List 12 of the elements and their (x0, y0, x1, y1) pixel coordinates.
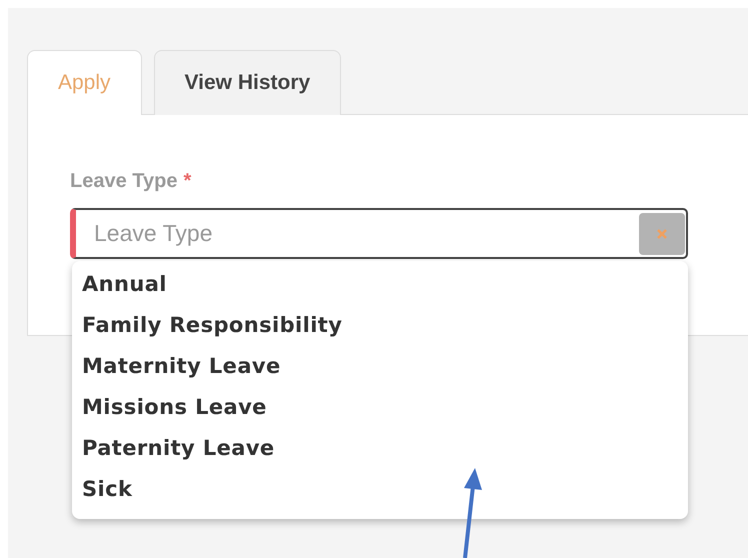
leave-type-select[interactable]: Leave Type (70, 208, 688, 259)
dropdown-option[interactable]: Missions Leave (72, 388, 688, 429)
field-label: Leave Type (70, 170, 178, 193)
required-mark: * (183, 170, 192, 193)
dropdown-option[interactable]: Sick (72, 470, 688, 511)
dropdown-option[interactable]: Maternity Leave (72, 347, 688, 388)
tab[interactable]: View History (154, 50, 342, 115)
clear-icon[interactable] (639, 212, 685, 254)
leave-type-input[interactable]: Leave Type (92, 219, 639, 248)
dropdown-option[interactable]: Paternity Leave (72, 429, 688, 470)
dropdown-option[interactable]: Family Responsibility (72, 306, 688, 347)
dropdown-option[interactable]: Annual (72, 265, 688, 306)
